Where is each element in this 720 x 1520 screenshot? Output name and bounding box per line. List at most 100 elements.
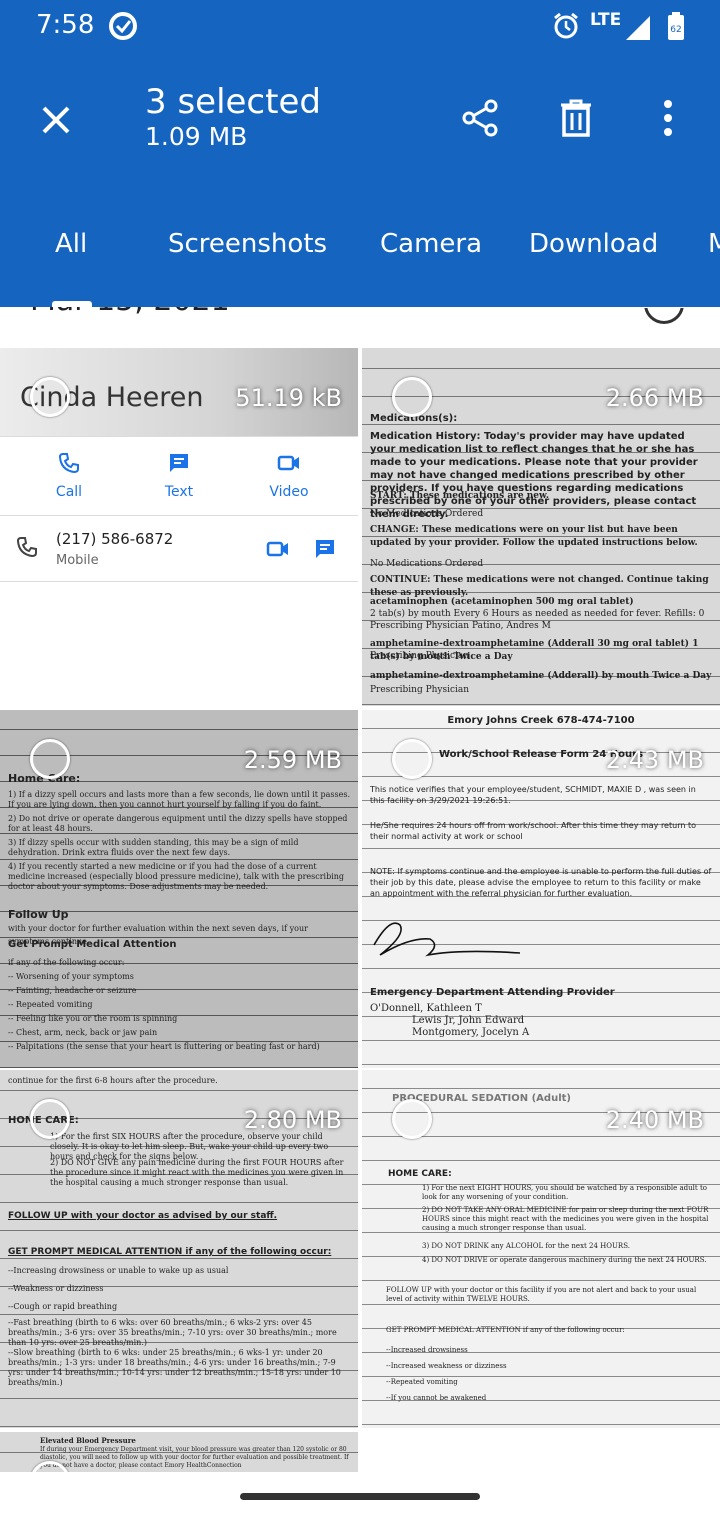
text-action: Text: [134, 452, 224, 500]
signal-icon: [624, 14, 652, 46]
document-text: 2) DO NOT GIVE any pain medicine during …: [50, 1158, 344, 1187]
message-icon: [314, 538, 336, 564]
document-text: 4) DO NOT DRIVE or operate dangerous mac…: [422, 1256, 707, 1264]
call-label: Call: [55, 484, 83, 500]
photo-tile[interactable]: continue for the first 6-8 hours after t…: [0, 1070, 358, 1428]
document-text: CHANGE: These medications were on your l…: [370, 525, 698, 548]
document-text: Prescribing Physician: [370, 651, 470, 661]
document-text: 3) If dizzy spells occur with sudden sta…: [8, 838, 299, 857]
document-heading: Follow Up: [8, 908, 69, 921]
divider: [0, 436, 358, 437]
document-heading: Emergency Department Attending Provider: [370, 987, 615, 998]
tab-camera[interactable]: Camera: [380, 229, 482, 259]
file-size: 51.19 kB: [235, 384, 342, 412]
document-text: --If you cannot be awakened: [386, 1394, 487, 1402]
home-gesture-handle[interactable]: [240, 1493, 480, 1500]
photo-tile[interactable]: PROCEDURAL SEDATION (Adult) HOME CARE: 1…: [362, 1070, 720, 1428]
photo-tile[interactable]: Cinda Heeren Call Text Video (217) 586-6…: [0, 348, 358, 706]
divider: [0, 515, 358, 516]
document-heading: Emory Johns Creek 678-474-7100: [447, 715, 635, 726]
document-text: -- Palpitations (the sense that your hea…: [8, 1042, 320, 1051]
document-text: -- Feeling like you or the room is spinn…: [8, 1014, 178, 1023]
message-icon: [170, 454, 188, 472]
signature-image: [370, 915, 530, 969]
photo-tile[interactable]: Emory Johns Creek 678-474-7100 Work/Scho…: [362, 710, 720, 1068]
document-text: amphetamine-dextroamphetamine (Adderall)…: [370, 671, 712, 681]
document-heading: PROCEDURAL SEDATION (Adult): [392, 1093, 571, 1104]
data-saver-icon: [108, 11, 138, 45]
document-text: 2) DO NOT TAKE ANY ORAL MEDICINE for pai…: [422, 1206, 709, 1232]
phone-number: (217) 586-6872: [56, 530, 174, 548]
document-text: This notice verifies that your employee/…: [370, 785, 696, 805]
document-heading: FOLLOW UP with your doctor as advised by…: [8, 1211, 278, 1221]
document-text: Prescribing Physician Patino, Andres M: [370, 621, 551, 631]
document-text: --Cough or rapid breathing: [8, 1302, 118, 1311]
video-label: Video: [269, 484, 309, 500]
close-icon[interactable]: [28, 92, 84, 148]
select-circle[interactable]: [30, 739, 70, 779]
file-size: 2.66 MB: [605, 384, 704, 412]
document-text: Prescribing Physician: [370, 685, 470, 695]
tab-more[interactable]: M: [708, 229, 720, 259]
selection-app-bar: 3 selected 1.09 MB: [0, 52, 720, 192]
document-text: 1) For the next EIGHT HOURS, you should …: [422, 1184, 707, 1201]
svg-text:62: 62: [670, 25, 681, 35]
delete-icon[interactable]: [548, 90, 604, 146]
select-circle[interactable]: [392, 1099, 432, 1139]
document-text: No Medications Ordered: [370, 559, 484, 569]
status-bar: 7:58 LTE 62: [0, 0, 720, 52]
phone-icon: [58, 453, 79, 474]
document-text: Montgomery, Jocelyn A: [412, 1027, 530, 1038]
tab-all[interactable]: All: [55, 229, 87, 259]
phone-type: Mobile: [56, 553, 99, 568]
document-text: -- Repeated vomiting: [8, 1000, 93, 1009]
file-size: 2.80 MB: [243, 1106, 342, 1134]
tab-download[interactable]: Download: [529, 229, 658, 259]
document-text: -- Chest, arm, neck, back or jaw pain: [8, 1028, 158, 1037]
document-text: 2) Do not drive or operate dangerous equ…: [8, 814, 348, 833]
document-text: GET PROMPT MEDICAL ATTENTION if any of t…: [386, 1326, 625, 1334]
photo-tile[interactable]: Home Care: 1) If a dizzy spell occurs an…: [0, 710, 358, 1068]
document-heading: GET PROMPT MEDICAL ATTENTION if any of t…: [8, 1247, 332, 1257]
document-text: -- Fainting, headache or seizure: [8, 986, 137, 995]
document-text: continue for the first 6-8 hours after t…: [8, 1076, 218, 1085]
text-label: Text: [164, 484, 194, 500]
video-icon: [277, 455, 299, 471]
document-text: --Weakness or dizziness: [8, 1284, 104, 1293]
document-text: NOTE: If symptoms continue and the emplo…: [370, 867, 712, 898]
share-icon[interactable]: [452, 90, 508, 146]
document-text: START: These medications are new.: [370, 491, 550, 501]
file-size: 2.43 MB: [605, 746, 704, 774]
video-action: Video: [244, 452, 334, 500]
document-text: -- Worsening of your symptoms: [8, 972, 134, 981]
document-text: FOLLOW UP with your doctor or this facil…: [386, 1286, 697, 1303]
photo-tile[interactable]: Medications(s): Medication History: Toda…: [362, 348, 720, 706]
alarm-icon: [552, 12, 580, 44]
file-size: 2.40 MB: [605, 1106, 704, 1134]
phone-icon: [16, 536, 38, 562]
select-circle[interactable]: [30, 1099, 70, 1139]
document-text: 3) DO NOT DRINK any ALCOHOL for the next…: [422, 1242, 630, 1250]
selection-count: 3 selected: [145, 82, 321, 122]
document-text: --Increasing drowsiness or unable to wak…: [8, 1266, 229, 1275]
select-circle[interactable]: [392, 377, 432, 417]
document-text: if any of the following occur:: [8, 958, 125, 967]
document-text: If during your Emergency Department visi…: [40, 1446, 349, 1469]
document-text: --Increased weakness or dizziness: [386, 1362, 507, 1370]
more-vert-icon[interactable]: [640, 90, 696, 146]
select-circle[interactable]: [30, 377, 70, 417]
file-size: 2.59 MB: [243, 746, 342, 774]
tab-indicator: [52, 301, 92, 307]
tab-screenshots[interactable]: Screenshots: [168, 229, 327, 259]
document-text: He/She requires 24 hours off from work/s…: [370, 821, 696, 841]
document-text: No Medications Ordered: [370, 509, 484, 519]
video-icon: [266, 539, 290, 563]
divider: [0, 581, 358, 582]
network-type: LTE: [590, 10, 622, 30]
document-text: 1) If a dizzy spell occurs and lasts mor…: [8, 790, 350, 809]
select-circle[interactable]: [392, 739, 432, 779]
status-time: 7:58: [36, 10, 95, 40]
photo-tile[interactable]: Elevated Blood Pressure If during your E…: [0, 1432, 358, 1472]
document-heading: HOME CARE:: [388, 1169, 452, 1179]
call-action: Call: [24, 452, 114, 500]
